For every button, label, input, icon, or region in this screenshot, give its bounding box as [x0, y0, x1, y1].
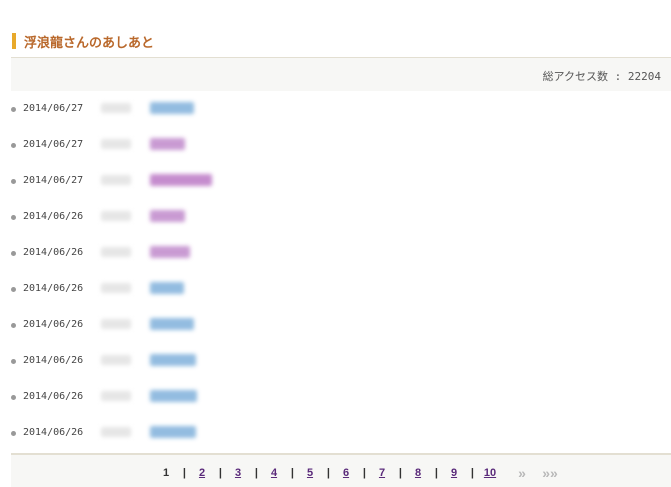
page-item: 8 |	[400, 467, 438, 479]
visit-date: 2014/06/26	[23, 211, 84, 222]
page-link-4[interactable]: 4	[271, 467, 277, 479]
visit-date: 2014/06/26	[23, 391, 84, 402]
page-item: 5 |	[292, 467, 330, 479]
visitor-name-link-redacted[interactable]	[150, 102, 194, 114]
visitor-name-link-redacted[interactable]	[150, 282, 184, 294]
visit-time-redacted	[101, 175, 131, 185]
bullet-icon	[11, 359, 16, 364]
visit-time-redacted	[101, 211, 131, 221]
page-link-3[interactable]: 3	[235, 467, 241, 479]
last-page-icon[interactable]: »»	[536, 465, 564, 481]
next-page-icon[interactable]: »	[508, 465, 536, 481]
footprint-list: 2014/06/27 2014/06/27 2014/06/27 2014/06/26…	[0, 91, 671, 451]
bullet-icon	[11, 143, 16, 148]
list-item: 2014/06/27	[0, 127, 671, 163]
pagination-bar: 1 | 2 | 3 | 4 | 5 | 6 | 7 | 8 | 9 | 10 »»»	[11, 453, 671, 487]
bullet-icon	[11, 431, 16, 436]
visit-time-redacted	[101, 103, 131, 113]
list-item: 2014/06/26	[0, 343, 671, 379]
bullet-icon	[11, 323, 16, 328]
total-access-count: 総アクセス数 : 22204	[542, 70, 661, 83]
page-link-6[interactable]: 6	[343, 467, 349, 479]
page-link-9[interactable]: 9	[451, 467, 457, 479]
page-item: 9 |	[436, 467, 474, 479]
visitor-name-link-redacted[interactable]	[150, 354, 196, 366]
page-link-7[interactable]: 7	[379, 467, 385, 479]
visitor-name-link-redacted[interactable]	[150, 210, 185, 222]
list-item: 2014/06/26	[0, 199, 671, 235]
visit-time-redacted	[101, 247, 131, 257]
page-item: 10	[472, 467, 508, 479]
visit-time-redacted	[101, 139, 131, 149]
visit-date: 2014/06/26	[23, 247, 84, 258]
page-link-10[interactable]: 10	[484, 467, 496, 479]
visit-date: 2014/06/26	[23, 319, 84, 330]
list-item: 2014/06/26	[0, 379, 671, 415]
visit-date: 2014/06/26	[23, 427, 84, 438]
page-item: 6 |	[328, 467, 366, 479]
visit-date: 2014/06/27	[23, 103, 84, 114]
bullet-icon	[11, 179, 16, 184]
title-accent-bar	[12, 33, 16, 49]
visitor-name-link-redacted[interactable]	[150, 174, 212, 186]
list-item: 2014/06/26	[0, 415, 671, 451]
page-item: 4 |	[256, 467, 294, 479]
list-item: 2014/06/26	[0, 235, 671, 271]
visit-date: 2014/06/27	[23, 175, 84, 186]
visitor-name-link-redacted[interactable]	[150, 246, 190, 258]
visit-date: 2014/06/26	[23, 355, 84, 366]
visit-time-redacted	[101, 319, 131, 329]
visit-date: 2014/06/27	[23, 139, 84, 150]
visitor-name-link-redacted[interactable]	[150, 318, 194, 330]
list-item: 2014/06/27	[0, 163, 671, 199]
page-item: 3 |	[220, 467, 258, 479]
page-link-2[interactable]: 2	[199, 467, 205, 479]
pagination: 1 | 2 | 3 | 4 | 5 | 6 | 7 | 8 | 9 | 10 »»»	[148, 465, 564, 481]
visitor-name-link-redacted[interactable]	[150, 390, 197, 402]
visit-time-redacted	[101, 355, 131, 365]
visit-time-redacted	[101, 391, 131, 401]
page-link-5[interactable]: 5	[307, 467, 313, 479]
bullet-icon	[11, 215, 16, 220]
visitor-name-link-redacted[interactable]	[150, 426, 196, 438]
page-item: 7 |	[364, 467, 402, 479]
visit-time-redacted	[101, 283, 131, 293]
page-item: 2 |	[184, 467, 222, 479]
page-link-8[interactable]: 8	[415, 467, 421, 479]
visitor-name-link-redacted[interactable]	[150, 138, 185, 150]
visit-date: 2014/06/26	[23, 283, 84, 294]
list-item: 2014/06/27	[0, 91, 671, 127]
list-item: 2014/06/26	[0, 307, 671, 343]
bullet-icon	[11, 251, 16, 256]
total-access-bar: 総アクセス数 : 22204	[11, 57, 671, 91]
visit-time-redacted	[101, 427, 131, 437]
section-header: 浮浪龍さんのあしあと	[12, 32, 155, 51]
page-current: 1 |	[162, 467, 186, 479]
bullet-icon	[11, 107, 16, 112]
page-title: 浮浪龍さんのあしあと	[24, 35, 155, 51]
list-item: 2014/06/26	[0, 271, 671, 307]
bullet-icon	[11, 395, 16, 400]
bullet-icon	[11, 287, 16, 292]
